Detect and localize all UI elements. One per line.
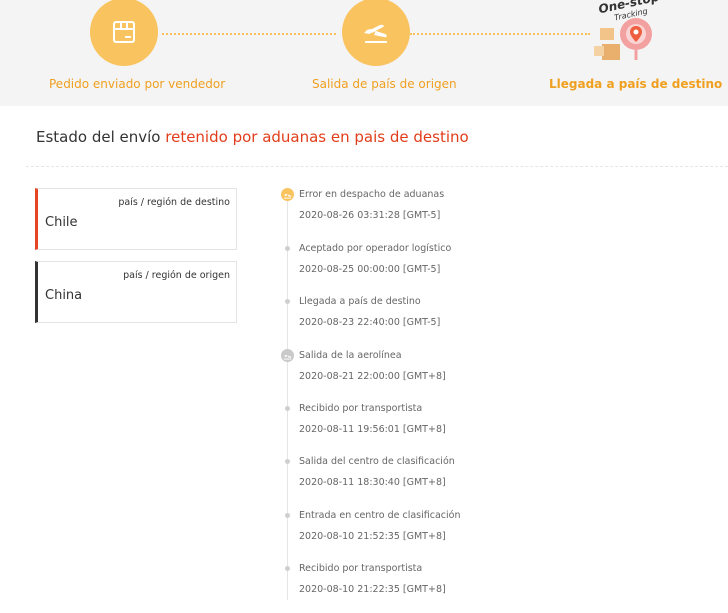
event-title: Error en despacho de aduanas <box>299 189 445 200</box>
timeline-event: Llegada a país de destino 2020-08-23 22:… <box>280 296 720 346</box>
plane-departure-icon <box>281 188 294 201</box>
plane-departure-icon <box>281 349 294 362</box>
timeline-dot <box>285 459 290 464</box>
event-title: Aceptado por operador logístico <box>299 243 452 254</box>
timeline-event: Aceptado por operador logístico 2020-08-… <box>280 243 720 293</box>
event-title: Salida de la aerolínea <box>299 350 402 361</box>
timeline-event: Salida del centro de clasificación 2020-… <box>280 456 720 506</box>
timeline-dot <box>285 246 290 251</box>
step-label-salida-origen: Salida de país de origen <box>312 77 457 91</box>
event-title: Salida del centro de clasificación <box>299 456 455 467</box>
step-pedido-enviado <box>90 0 158 66</box>
event-time: 2020-08-11 18:30:40 [GMT+8] <box>299 477 446 488</box>
event-time: 2020-08-10 21:22:35 [GMT+8] <box>299 584 446 595</box>
step-connector <box>162 33 336 35</box>
timeline-event: Salida de la aerolínea 2020-08-21 22:00:… <box>280 349 720 400</box>
step-label-pedido-enviado: Pedido enviado por vendedor <box>49 77 226 91</box>
event-title: Recibido por transportista <box>299 563 423 574</box>
timeline-event: Recibido por transportista 2020-08-11 19… <box>280 403 720 453</box>
timeline-dot <box>285 299 290 304</box>
timeline-dot <box>285 566 290 571</box>
timeline-event: Entrada en centro de clasificación 2020-… <box>280 510 720 560</box>
origin-country: China <box>45 288 83 303</box>
box-icon <box>113 21 135 43</box>
step-label-llegada-destino: Llegada a país de destino <box>549 77 723 91</box>
plane-departure-icon <box>364 24 387 43</box>
divider <box>26 166 728 167</box>
destination-country: Chile <box>45 215 78 230</box>
event-time: 2020-08-21 22:00:00 [GMT+8] <box>299 371 446 382</box>
destination-card: país / región de destino Chile <box>35 188 237 250</box>
event-time: 2020-08-23 22:40:00 [GMT-5] <box>299 317 441 328</box>
step-salida-origen <box>342 0 410 66</box>
timeline-dot <box>285 406 290 411</box>
origin-card: país / región de origen China <box>35 261 237 323</box>
event-time: 2020-08-25 00:00:00 [GMT-5] <box>299 264 441 275</box>
timeline-event: Recibido por transportista 2020-08-10 21… <box>280 563 720 613</box>
event-time: 2020-08-10 21:52:35 [GMT+8] <box>299 531 446 542</box>
origin-caption: país / región de origen <box>123 270 230 281</box>
shipment-status: Estado del envío retenido por aduanas en… <box>36 128 469 146</box>
event-time: 2020-08-26 03:31:28 [GMT-5] <box>299 210 441 221</box>
step-connector <box>410 33 590 35</box>
event-title: Llegada a país de destino <box>299 296 421 307</box>
status-highlight: retenido por aduanas en pais de destino <box>165 128 469 146</box>
timeline-dot <box>285 513 290 518</box>
event-time: 2020-08-11 19:56:01 [GMT+8] <box>299 424 446 435</box>
status-prefix: Estado del envío <box>36 128 166 146</box>
event-title: Recibido por transportista <box>299 403 423 414</box>
destination-caption: país / región de destino <box>118 197 230 208</box>
event-title: Entrada en centro de clasificación <box>299 510 461 521</box>
timeline-event: Error en despacho de aduanas 2020-08-26 … <box>280 188 720 239</box>
progress-steps: Pedido enviado por vendedor Salida de pa… <box>0 0 728 106</box>
